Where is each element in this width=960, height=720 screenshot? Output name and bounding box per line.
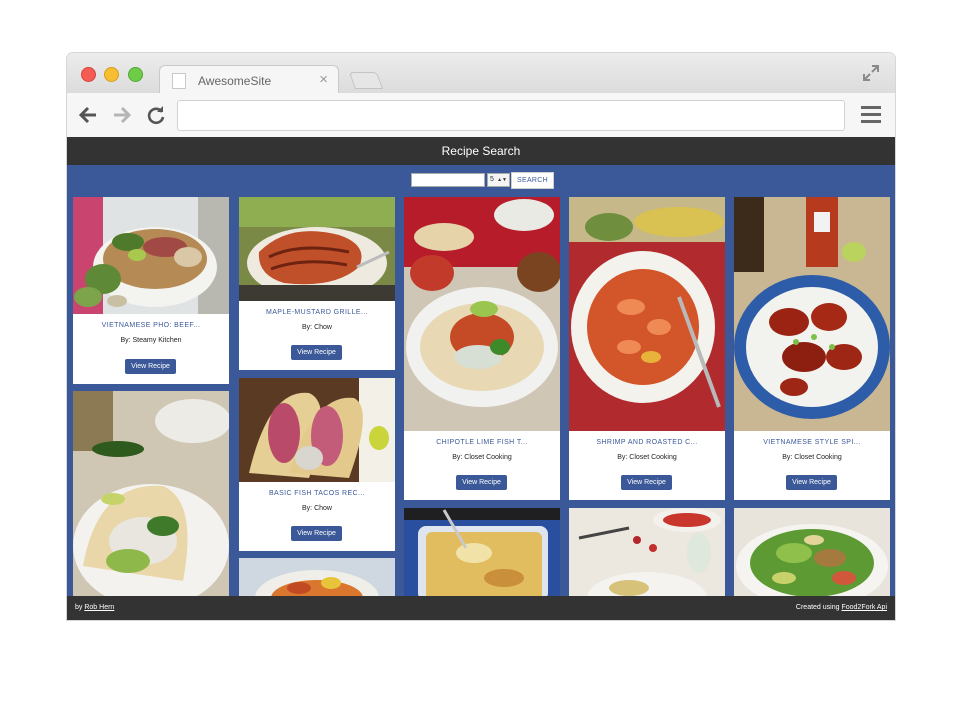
page-title: Recipe Search (441, 144, 521, 158)
view-recipe-button[interactable]: View Recipe (291, 526, 342, 541)
recipe-card: CHIPOTLE LIME FISH T... By: Closet Cooki… (404, 197, 560, 500)
search-button[interactable]: SEARCH (511, 172, 554, 189)
recipe-card: MAPLE-MUSTARD GRILLE... By: Chow View Re… (239, 197, 395, 370)
recipe-author: By: Chow (302, 505, 332, 512)
recipe-card: VIETNAMESE STYLE SPI... By: Closet Cooki… (734, 197, 890, 500)
recipe-card (239, 558, 395, 601)
view-recipe-button[interactable]: View Recipe (291, 345, 342, 360)
site-footer: by Rob Hern Created using Food2Fork Api (67, 596, 895, 620)
shrimp-bowl-image[interactable] (239, 558, 395, 601)
grilled-salmon-image[interactable] (239, 197, 395, 301)
recipe-author: By: Steamy Kitchen (120, 337, 182, 344)
recipe-card: SHRIMP AND ROASTED C... By: Closet Cooki… (569, 197, 725, 500)
api-link[interactable]: Food2Fork Api (841, 604, 887, 611)
back-arrow-icon[interactable] (77, 104, 99, 126)
hamburger-menu-icon[interactable] (861, 106, 881, 123)
view-recipe-button[interactable]: View Recipe (621, 475, 672, 490)
recipe-title[interactable]: CHIPOTLE LIME FISH T... (404, 439, 560, 446)
new-tab-button[interactable] (348, 72, 384, 89)
footer-by-label: by (75, 604, 83, 611)
view-recipe-button[interactable]: View Recipe (786, 475, 837, 490)
footer-credit: by Rob Hern (75, 604, 114, 611)
browser-toolbar (67, 93, 895, 138)
recipe-title[interactable]: MAPLE-MUSTARD GRILLE... (239, 309, 395, 316)
recipe-author: By: Chow (302, 324, 332, 331)
forward-arrow-icon[interactable] (111, 104, 133, 126)
salad-image[interactable] (734, 508, 890, 601)
result-count-select[interactable]: 5 ▲▼ (487, 173, 510, 187)
shrimp-corn-chowder-image[interactable] (569, 197, 725, 431)
footer-api-credit: Created using Food2Fork Api (796, 604, 887, 611)
recipe-title[interactable]: VIETNAMESE STYLE SPI... (734, 439, 890, 446)
browser-window: AwesomeSite × Recipe Search 5 ▲▼ SEARCH … (67, 53, 895, 620)
recipe-author: By: Closet Cooking (617, 454, 677, 461)
tacos-table-image[interactable] (569, 508, 725, 601)
pho-soup-image[interactable] (73, 197, 229, 314)
recipe-title[interactable]: BASIC FISH TACOS REC... (239, 490, 395, 497)
search-input[interactable] (411, 173, 485, 187)
casserole-image[interactable] (404, 508, 560, 601)
reload-icon[interactable] (145, 104, 167, 126)
page-viewport: Recipe Search 5 ▲▼ SEARCH VIETNAMESE PHO… (67, 137, 895, 620)
stepper-arrows-icon: ▲▼ (497, 177, 507, 183)
view-recipe-button[interactable]: View Recipe (456, 475, 507, 490)
recipe-card (404, 508, 560, 601)
spicy-wings-image[interactable] (734, 197, 890, 431)
browser-titlebar: AwesomeSite × (67, 53, 895, 94)
recipe-card (734, 508, 890, 601)
result-count-value: 5 (490, 176, 494, 183)
maximize-window-button[interactable] (128, 67, 143, 82)
minimize-window-button[interactable] (104, 67, 119, 82)
fish-tacos-plate-image[interactable] (404, 197, 560, 431)
recipe-title[interactable]: SHRIMP AND ROASTED C... (569, 439, 725, 446)
recipe-card: VIETNAMESE PHO: BEEF... By: Steamy Kitch… (73, 197, 229, 384)
recipe-author: By: Closet Cooking (782, 454, 842, 461)
recipe-card (73, 391, 229, 601)
tab-close-icon[interactable]: × (319, 71, 328, 88)
basic-fish-tacos-image[interactable] (239, 378, 395, 482)
recipe-author: By: Closet Cooking (452, 454, 512, 461)
address-bar[interactable] (177, 100, 845, 131)
fish-tacos-image[interactable] (73, 391, 229, 601)
browser-tab[interactable]: AwesomeSite × (159, 65, 339, 94)
recipe-card (569, 508, 725, 601)
view-recipe-button[interactable]: View Recipe (125, 359, 176, 374)
recipe-title[interactable]: VIETNAMESE PHO: BEEF... (73, 322, 229, 329)
page-icon (172, 73, 186, 89)
tab-title: AwesomeSite (198, 74, 272, 88)
close-window-button[interactable] (81, 67, 96, 82)
footer-created-label: Created using (795, 604, 840, 611)
site-header: Recipe Search (67, 137, 895, 165)
author-link[interactable]: Rob Hern (84, 604, 114, 611)
recipe-card: BASIC FISH TACOS REC... By: Chow View Re… (239, 378, 395, 551)
fullscreen-icon[interactable] (861, 63, 881, 83)
